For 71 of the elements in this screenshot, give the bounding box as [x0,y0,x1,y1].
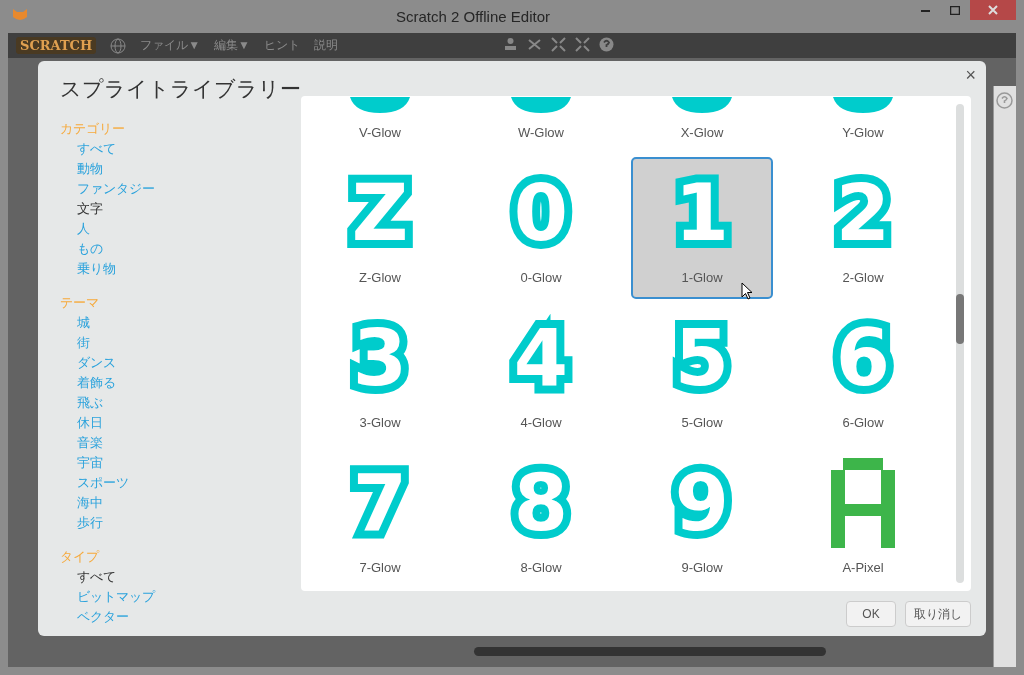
filter-item[interactable]: すべて [60,567,116,587]
sprite-name: A-Pixel [842,560,884,575]
sprite-name: X-Glow [680,125,724,140]
filter-item[interactable]: 宇宙 [60,453,103,473]
cancel-button[interactable]: 取り消し [905,601,971,627]
sprite-tile[interactable]: W-Glow [470,96,612,154]
sprite-name: W-Glow [518,125,564,140]
section-header: カテゴリー [60,120,126,138]
filter-item[interactable]: 人 [60,219,90,239]
window-title: Scratch 2 Offline Editor [395,8,551,25]
filter-item[interactable]: 休日 [60,413,103,433]
filter-item[interactable]: 音楽 [60,433,103,453]
sprite-tile[interactable]: Z Z-Glow [309,157,451,299]
filter-item[interactable]: 街 [60,333,90,353]
sprite-tile[interactable]: V-Glow [309,96,451,154]
sprite-name: 1-Glow [681,270,723,285]
sprite-glyph: 3 [352,319,408,397]
sprite-tile[interactable]: 2 2-Glow [792,157,934,299]
filter-item[interactable]: 動物 [60,159,103,179]
close-button[interactable]: × [965,65,976,86]
sprite-name: 8-Glow [520,560,562,575]
sprite-tile[interactable]: Y-Glow [792,96,934,154]
sprite-glyph: 7 [352,464,408,542]
sprite-glyph: 1 [674,174,730,252]
sprite-glyph: 2 [835,174,891,252]
logo[interactable]: SCRATCH [16,37,97,54]
filter-item[interactable]: ベクター [60,607,129,627]
sprite-tile[interactable]: 3 3-Glow [309,302,451,444]
section-header: テーマ [60,294,100,312]
menu-item[interactable]: 説明 [314,37,338,54]
sprite-name: 6-Glow [842,415,884,430]
menu-item[interactable]: ヒント [264,37,300,54]
filter-item[interactable]: 城 [60,313,90,333]
filter-item[interactable]: 歩行 [60,513,103,533]
filter-item[interactable]: スポーツ [60,473,129,493]
sprite-tile[interactable]: 0 0-Glow [470,157,612,299]
sprite-tile[interactable]: 4 4-Glow [470,302,612,444]
filter-item[interactable]: ファンタジー [60,179,155,199]
filter-item[interactable]: 海中 [60,493,103,513]
sprite-tile[interactable]: 9 9-Glow [631,447,773,589]
filter-item[interactable]: もの [60,239,103,259]
sprite-name: 4-Glow [520,415,562,430]
filter-item[interactable]: 飛ぶ [60,393,103,413]
dialog-title: スプライトライブラリー [60,76,301,102]
menu-item[interactable]: ファイル▼ [140,37,201,54]
sprite-name: 2-Glow [842,270,884,285]
ok-button[interactable]: OK [846,601,896,627]
sprite-name: 9-Glow [681,560,723,575]
sprite-name: 3-Glow [359,415,401,430]
sprite-tile[interactable]: A-Pixel [792,447,934,589]
filter-item[interactable]: ビットマップ [60,587,155,607]
filter-item[interactable]: 文字 [60,199,103,219]
sprite-glyph: 5 [674,319,730,397]
sprite-tile[interactable]: 1 1-Glow [631,157,773,299]
sprite-name: 7-Glow [359,560,401,575]
sprite-tile[interactable]: X-Glow [631,96,773,154]
sprite-tile[interactable]: 5 5-Glow [631,302,773,444]
sprite-name: Y-Glow [842,125,884,140]
filter-item[interactable]: 乗り物 [60,259,116,279]
sprite-name: 0-Glow [520,270,562,285]
sprite-name: Z-Glow [359,270,401,285]
sprite-name: V-Glow [359,125,401,140]
sprite-tile[interactable]: 6 6-Glow [792,302,934,444]
sprite-name: 5-Glow [681,415,723,430]
filter-item[interactable]: ダンス [60,353,116,373]
sprite-tile[interactable]: 7 7-Glow [309,447,451,589]
filter-item[interactable]: すべて [60,139,116,159]
menu-item[interactable]: 編集▼ [214,37,250,54]
sprite-tile[interactable]: 8 8-Glow [470,447,612,589]
section-header: タイプ [60,548,101,566]
filter-item[interactable]: 着飾る [60,373,116,393]
